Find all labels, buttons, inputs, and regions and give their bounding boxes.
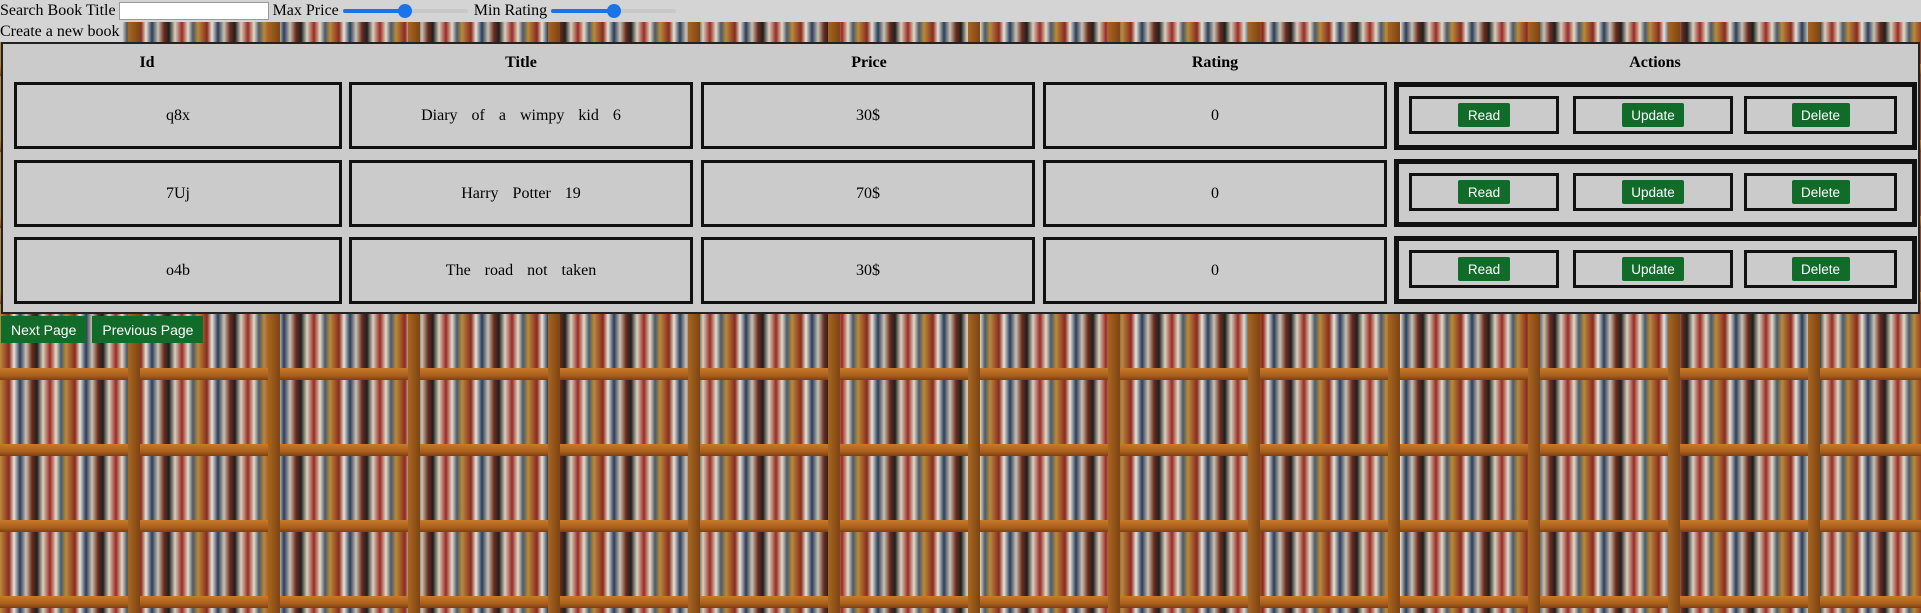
update-button-box: Update — [1573, 250, 1733, 288]
slider-thumb[interactable] — [606, 4, 621, 18]
cell-price: 30$ — [701, 82, 1035, 149]
delete-button-box: Delete — [1744, 173, 1897, 211]
read-button[interactable]: Read — [1458, 257, 1510, 281]
cell-rating: 0 — [1043, 237, 1387, 304]
header-price: Price — [851, 54, 887, 71]
read-button[interactable]: Read — [1458, 180, 1510, 204]
read-button[interactable]: Read — [1458, 103, 1510, 127]
create-book-link[interactable]: Create a new book — [0, 22, 122, 42]
cell-price: 70$ — [701, 160, 1035, 227]
cell-actions: Read Update Delete — [1394, 236, 1917, 304]
cell-title: Harry Potter 19 — [349, 160, 693, 227]
read-button-box: Read — [1409, 173, 1559, 211]
delete-button[interactable]: Delete — [1791, 180, 1850, 204]
page-content: Search Book Title Max Price Min Rating C… — [0, 0, 1921, 42]
cell-id: q8x — [14, 82, 342, 149]
filter-controls: Search Book Title Max Price Min Rating — [0, 0, 1921, 22]
cell-title: The road not taken — [349, 237, 693, 304]
update-button-box: Update — [1573, 96, 1733, 134]
slider-fill — [551, 9, 614, 13]
books-table: Id Title Price Rating Actions q8x Diary … — [1, 42, 1920, 314]
slider-fill — [342, 9, 406, 13]
header-id: Id — [139, 54, 155, 71]
pagination: Next Page Previous Page — [1, 316, 204, 343]
update-button[interactable]: Update — [1622, 257, 1684, 281]
max-price-slider[interactable] — [342, 0, 468, 22]
cell-id: o4b — [14, 237, 342, 304]
search-input[interactable] — [118, 2, 269, 20]
table-header: Id Title Price Rating Actions — [3, 54, 1918, 74]
cell-actions: Read Update Delete — [1394, 82, 1917, 150]
search-label: Search Book Title — [0, 2, 116, 19]
header-rating: Rating — [1191, 54, 1239, 71]
slider-thumb[interactable] — [398, 4, 413, 18]
delete-button-box: Delete — [1744, 96, 1897, 134]
update-button[interactable]: Update — [1622, 103, 1684, 127]
cell-rating: 0 — [1043, 160, 1387, 227]
min-rating-slider[interactable] — [551, 0, 677, 22]
header-title: Title — [505, 54, 537, 71]
next-page-button[interactable]: Next Page — [1, 316, 87, 343]
update-button[interactable]: Update — [1622, 180, 1684, 204]
cell-rating: 0 — [1043, 82, 1387, 149]
read-button-box: Read — [1409, 96, 1559, 134]
cell-title: Diary of a wimpy kid 6 — [349, 82, 693, 149]
max-price-label: Max Price — [272, 2, 339, 19]
min-rating-label: Min Rating — [473, 2, 548, 19]
delete-button[interactable]: Delete — [1791, 103, 1850, 127]
cell-id: 7Uj — [14, 160, 342, 227]
delete-button[interactable]: Delete — [1791, 257, 1850, 281]
update-button-box: Update — [1573, 173, 1733, 211]
read-button-box: Read — [1409, 250, 1559, 288]
delete-button-box: Delete — [1744, 250, 1897, 288]
cell-actions: Read Update Delete — [1394, 159, 1917, 227]
previous-page-button[interactable]: Previous Page — [92, 316, 204, 343]
cell-price: 30$ — [701, 237, 1035, 304]
header-actions: Actions — [1629, 54, 1681, 71]
